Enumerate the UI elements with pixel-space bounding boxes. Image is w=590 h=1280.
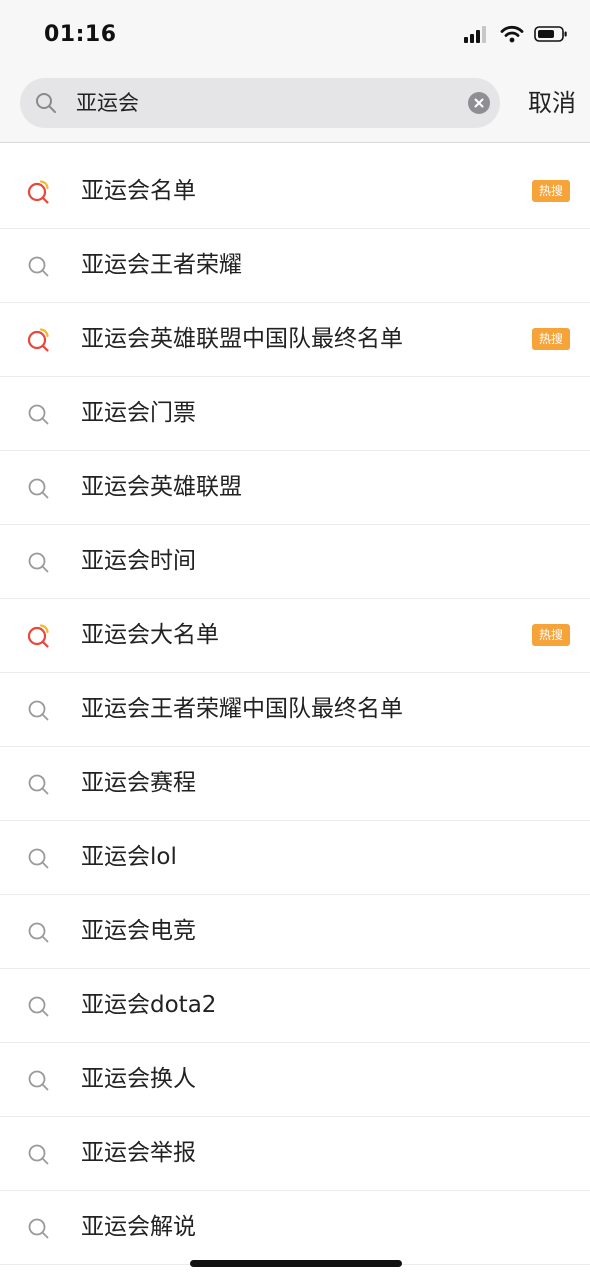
search-icon xyxy=(26,919,52,945)
suggestion-label: 亚运会王者荣耀 xyxy=(81,252,242,278)
search-icon xyxy=(26,549,52,575)
home-indicator xyxy=(190,1260,402,1267)
hot-search-icon xyxy=(26,623,52,649)
status-bar: 01:16 xyxy=(0,0,590,72)
suggestion-label: 亚运会大名单 xyxy=(81,622,219,648)
search-icon xyxy=(26,845,52,871)
search-icon xyxy=(26,1067,52,1093)
suggestion-label: 亚运会dota2 xyxy=(81,992,217,1018)
search-icon xyxy=(26,253,52,279)
suggestion-item[interactable]: 亚运会英雄联盟中国队最终名单 热搜 xyxy=(0,303,590,377)
hot-badge: 热搜 xyxy=(532,180,570,202)
suggestion-label: 亚运会换人 xyxy=(81,1066,196,1092)
cancel-button[interactable]: 取消 xyxy=(528,88,576,118)
suggestion-label: 亚运会电竞 xyxy=(81,918,196,944)
suggestion-label: 亚运会lol xyxy=(81,844,177,870)
suggestion-label: 亚运会赛程 xyxy=(81,770,196,796)
hot-badge: 热搜 xyxy=(532,328,570,350)
suggestion-label: 亚运会解说 xyxy=(81,1214,196,1240)
search-input[interactable]: 亚运会 xyxy=(20,78,500,128)
suggestion-item[interactable]: 亚运会lol xyxy=(0,821,590,895)
suggestion-item[interactable]: 亚运会英雄联盟 xyxy=(0,451,590,525)
search-icon xyxy=(34,91,58,115)
clear-icon[interactable] xyxy=(468,92,490,114)
suggestion-list: 亚运会名单 热搜 亚运会王者荣耀 亚运会英雄联盟中国队最终名单 热搜 亚运会门票 亚运会英雄… xyxy=(0,155,590,1265)
suggestion-item[interactable]: 亚运会大名单 热搜 xyxy=(0,599,590,673)
suggestion-label: 亚运会英雄联盟 xyxy=(81,474,242,500)
suggestion-item[interactable]: 亚运会赛程 xyxy=(0,747,590,821)
status-icons xyxy=(464,24,568,48)
suggestion-item[interactable]: 亚运会解说 xyxy=(0,1191,590,1265)
search-row: 亚运会 取消 xyxy=(0,78,590,130)
suggestion-item[interactable]: 亚运会电竞 xyxy=(0,895,590,969)
suggestion-item[interactable]: 亚运会换人 xyxy=(0,1043,590,1117)
status-time: 01:16 xyxy=(44,22,117,47)
suggestion-item[interactable]: 亚运会时间 xyxy=(0,525,590,599)
battery-icon xyxy=(534,25,568,47)
suggestion-label: 亚运会举报 xyxy=(81,1140,196,1166)
suggestion-item[interactable]: 亚运会名单 热搜 xyxy=(0,155,590,229)
search-icon xyxy=(26,1141,52,1167)
search-icon xyxy=(26,771,52,797)
search-icon xyxy=(26,475,52,501)
suggestion-item[interactable]: 亚运会王者荣耀中国队最终名单 xyxy=(0,673,590,747)
search-icon xyxy=(26,993,52,1019)
hot-search-icon xyxy=(26,179,52,205)
search-header: 01:16 亚运会 取消 xyxy=(0,0,590,143)
search-query-text[interactable]: 亚运会 xyxy=(76,89,139,117)
suggestion-label: 亚运会门票 xyxy=(81,400,196,426)
hot-badge: 热搜 xyxy=(532,624,570,646)
search-icon xyxy=(26,697,52,723)
suggestion-label: 亚运会英雄联盟中国队最终名单 xyxy=(81,326,403,352)
hot-search-icon xyxy=(26,327,52,353)
wifi-icon xyxy=(500,25,524,47)
suggestion-label: 亚运会王者荣耀中国队最终名单 xyxy=(81,696,403,722)
signal-icon xyxy=(464,25,490,47)
search-icon xyxy=(26,401,52,427)
suggestion-item[interactable]: 亚运会王者荣耀 xyxy=(0,229,590,303)
suggestion-item[interactable]: 亚运会门票 xyxy=(0,377,590,451)
suggestion-item[interactable]: 亚运会举报 xyxy=(0,1117,590,1191)
suggestion-label: 亚运会时间 xyxy=(81,548,196,574)
search-icon xyxy=(26,1215,52,1241)
suggestion-label: 亚运会名单 xyxy=(81,178,196,204)
suggestion-item[interactable]: 亚运会dota2 xyxy=(0,969,590,1043)
